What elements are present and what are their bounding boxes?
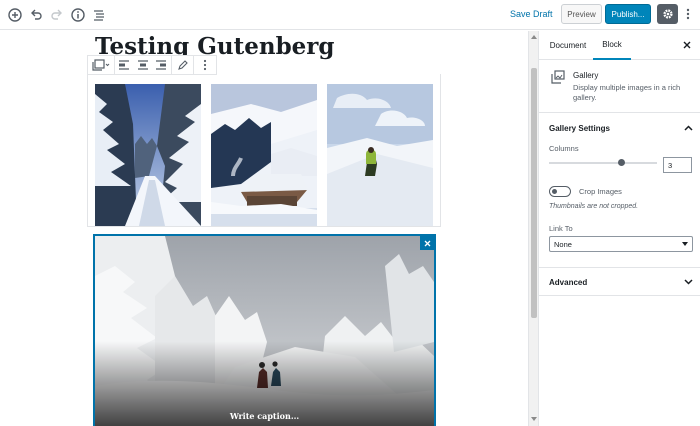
block-card: Gallery Display multiple images in a ric…: [539, 61, 700, 113]
align-center-button[interactable]: [133, 56, 152, 74]
toggle-knob: [552, 189, 557, 194]
settings-button[interactable]: [657, 4, 678, 24]
info-icon[interactable]: [70, 7, 86, 23]
gallery-settings-panel-toggle[interactable]: Gallery Settings: [539, 114, 700, 142]
editor-canvas: Testing Gutenberg Write caption...: [0, 31, 528, 426]
more-menu-button[interactable]: [683, 6, 693, 22]
gear-icon: [662, 9, 673, 19]
chevron-down-icon: [683, 277, 693, 287]
link-to-select[interactable]: None: [549, 236, 693, 252]
add-block-icon[interactable]: [7, 7, 23, 23]
editor-scrollbar[interactable]: [528, 31, 538, 426]
more-vertical-icon: [686, 8, 690, 20]
panel-title: Advanced: [549, 278, 588, 287]
crop-images-toggle[interactable]: [549, 186, 571, 197]
gallery-icon: [551, 70, 565, 84]
align-left-button[interactable]: [115, 56, 134, 74]
crop-images-help: Thumbnails are not cropped.: [549, 203, 639, 210]
columns-number-input[interactable]: 3: [663, 157, 692, 173]
columns-slider-track[interactable]: [549, 162, 657, 164]
scrollbar-thumb[interactable]: [531, 68, 537, 318]
image-caption-input[interactable]: Write caption...: [95, 411, 434, 421]
block-card-description: Display multiple images in a rich galler…: [573, 83, 681, 102]
columns-slider-handle[interactable]: [618, 159, 625, 166]
block-type-switcher[interactable]: [88, 56, 114, 74]
undo-icon[interactable]: [28, 7, 44, 23]
align-center-icon: [137, 60, 148, 70]
scroll-up-arrow-icon[interactable]: [530, 33, 538, 41]
gallery-image-snowy-hikers[interactable]: Write caption...: [93, 234, 436, 426]
tab-block[interactable]: Block: [593, 31, 631, 60]
settings-sidebar: Document Block Gallery Display multiple …: [538, 31, 700, 426]
preview-button[interactable]: Preview: [561, 4, 602, 24]
gallery-icon: [92, 59, 110, 71]
editor-header: Save Draft Preview Publish...: [0, 0, 700, 30]
gallery-image-snowy-village[interactable]: [211, 84, 317, 226]
tab-document[interactable]: Document: [543, 31, 593, 60]
edit-gallery-button[interactable]: [172, 56, 194, 74]
link-to-value: None: [554, 239, 572, 249]
panel-title: Gallery Settings: [549, 124, 610, 133]
close-icon: [424, 240, 430, 246]
gallery-image-forest-trail[interactable]: [95, 84, 201, 226]
more-vertical-icon: [204, 59, 207, 71]
publish-button[interactable]: Publish...: [605, 4, 651, 24]
panel-divider: [539, 295, 700, 296]
remove-image-button[interactable]: [420, 236, 434, 250]
chevron-down-icon: [682, 241, 688, 247]
save-draft-button[interactable]: Save Draft: [510, 9, 553, 19]
gallery-image-hiker-snowfield[interactable]: [327, 84, 433, 226]
columns-label: Columns: [549, 144, 579, 153]
outline-icon[interactable]: [91, 7, 107, 23]
close-icon: [683, 41, 691, 49]
close-sidebar-button[interactable]: [681, 39, 693, 51]
advanced-panel-toggle[interactable]: Advanced: [539, 268, 700, 296]
block-toolbar: [87, 55, 217, 75]
chevron-up-icon: [683, 123, 693, 133]
pencil-icon: [177, 60, 188, 70]
link-to-label: Link To: [549, 224, 573, 233]
scroll-down-arrow-icon[interactable]: [530, 415, 538, 423]
align-right-button[interactable]: [152, 56, 171, 74]
align-right-icon: [156, 60, 167, 70]
sidebar-tabs: Document Block: [539, 31, 700, 60]
crop-images-label: Crop Images: [579, 187, 622, 196]
redo-icon[interactable]: [49, 7, 65, 23]
block-card-title: Gallery: [573, 71, 599, 80]
align-left-icon: [118, 60, 129, 70]
block-more-options-button[interactable]: [194, 56, 216, 74]
